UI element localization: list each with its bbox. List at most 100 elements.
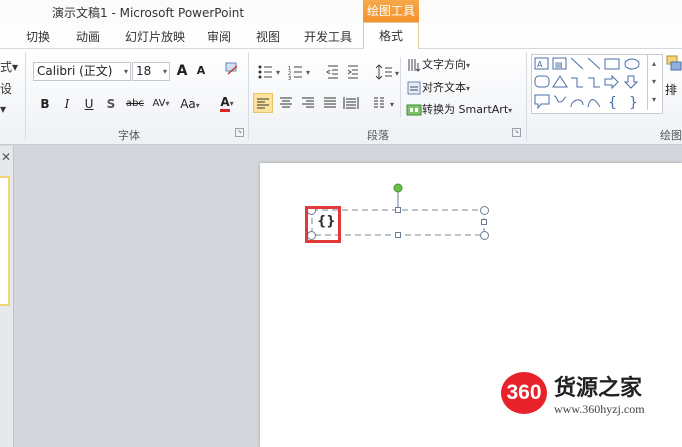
distributed-icon[interactable] (343, 97, 359, 109)
font-size-combo[interactable]: 18 ▾ (132, 62, 170, 81)
right-brace-shape-icon[interactable]: } (629, 95, 638, 111)
resize-handle-right[interactable] (481, 219, 487, 225)
resize-handle-bottom[interactable] (395, 232, 401, 238)
clear-format-icon (225, 62, 238, 75)
font-group-label: 字体 (118, 129, 140, 142)
text-direction-label: 文字方向 (422, 58, 466, 71)
italic-button[interactable]: I (60, 94, 74, 114)
resize-handle-top[interactable] (395, 207, 401, 213)
freeform-shape-icon[interactable] (553, 95, 567, 103)
group-separator (248, 52, 249, 140)
chevron-down-icon: ▾ (508, 106, 513, 115)
tab-format[interactable]: 格式 (363, 22, 419, 49)
chevron-down-icon: ▾ (123, 67, 128, 76)
arc-shape-icon[interactable] (570, 99, 584, 108)
group-separator (526, 52, 527, 140)
tab-transitions[interactable]: 切换 (26, 28, 50, 45)
shapes-gallery[interactable]: A ▤ { } (531, 54, 663, 114)
font-name-value: Calibri (正文) (37, 64, 113, 78)
strikethrough-button[interactable]: abc (124, 94, 146, 114)
align-text-icon (407, 81, 421, 94)
window-title: 演示文稿1 - Microsoft PowerPoint (52, 6, 245, 20)
svg-text:{: { (608, 95, 617, 111)
right-arrow-shape-icon[interactable] (604, 74, 619, 90)
grow-font-button[interactable]: A (174, 61, 190, 81)
section-cut-label[interactable]: ▾ (0, 102, 6, 116)
subgroup-separator (400, 57, 401, 117)
chevron-down-icon: ▾ (466, 61, 471, 70)
elbow-connector-shape-icon[interactable] (571, 77, 583, 88)
layout-cut-label[interactable]: 式▾ (0, 58, 18, 75)
align-text-button[interactable]: 对齐文本▾ (406, 79, 518, 97)
watermark-name: 货源之家 (554, 376, 643, 401)
shapes-gallery-icons: A ▤ { } (534, 57, 640, 111)
tab-slideshow[interactable]: 幻灯片放映 (125, 28, 185, 45)
triangle-shape-icon[interactable] (552, 75, 568, 88)
left-brace-shape-icon[interactable]: { (608, 95, 617, 111)
svg-text:A: A (537, 60, 543, 69)
shapes-gallery-scroll[interactable]: ▴ ▾ ▾ (647, 55, 660, 110)
clear-format-button[interactable] (222, 60, 242, 80)
close-panel-icon[interactable]: ✕ (1, 150, 11, 164)
elbow-arrow-shape-icon[interactable] (588, 77, 600, 88)
tab-developer[interactable]: 开发工具 (304, 28, 352, 45)
align-center-icon[interactable] (280, 97, 292, 108)
font-color-button[interactable]: A▾ (214, 92, 240, 112)
brace-text[interactable]: {} (317, 214, 336, 229)
bold-button[interactable]: B (38, 94, 52, 114)
oval-shape-icon[interactable] (624, 58, 640, 70)
down-arrow-shape-icon[interactable] (623, 75, 639, 89)
align-right-icon[interactable] (302, 97, 314, 108)
arrange-button[interactable]: 排 (665, 54, 682, 124)
tab-animations[interactable]: 动画 (76, 28, 100, 45)
font-name-combo[interactable]: Calibri (正文) ▾ (33, 62, 131, 81)
chevron-down-icon: ▾ (389, 100, 394, 109)
align-left-button[interactable] (253, 93, 273, 113)
character-spacing-icon: AV (152, 98, 166, 109)
columns-icon[interactable] (374, 97, 384, 108)
drawing-group-label: 绘图 (660, 129, 682, 142)
columns-dropdown[interactable]: ▾ (388, 93, 396, 113)
text-direction-icon (408, 58, 421, 72)
font-dialog-launcher[interactable]: ↘ (235, 128, 244, 137)
reset-cut-label[interactable]: 设 (0, 80, 12, 97)
decrease-indent-icon[interactable] (326, 65, 338, 79)
arrange-icon (666, 55, 682, 71)
line-shape-icon[interactable] (570, 57, 584, 70)
underline-button[interactable]: U (82, 94, 96, 114)
resize-handle-bottom-right[interactable] (480, 231, 489, 240)
svg-text:▾: ▾ (276, 68, 280, 77)
character-spacing-button[interactable]: AV▾ (148, 94, 174, 114)
shrink-font-button[interactable]: A (194, 61, 208, 81)
arrow-line-shape-icon[interactable] (587, 57, 601, 70)
drawing-tools-context-label: 绘图工具 (363, 0, 419, 22)
rectangle-shape-icon[interactable] (604, 58, 620, 70)
tab-view[interactable]: 视图 (256, 28, 280, 45)
text-direction-button[interactable]: 文字方向▾ (406, 56, 518, 74)
svg-text:▾: ▾ (306, 68, 310, 77)
curve-shape-icon[interactable] (587, 99, 601, 108)
slide-thumbnail[interactable] (0, 176, 10, 306)
callout-shape-icon[interactable] (534, 94, 550, 110)
tab-review[interactable]: 审阅 (207, 28, 231, 45)
align-buttons-row (280, 97, 384, 109)
justify-icon[interactable] (324, 97, 336, 108)
svg-text:3: 3 (288, 76, 291, 82)
chevron-down-icon: ▾ (195, 101, 200, 110)
numbering-icon[interactable]: 123 (288, 66, 302, 82)
text-shadow-button[interactable]: S (104, 94, 118, 114)
paragraph-dialog-launcher[interactable]: ↘ (512, 128, 521, 137)
change-case-icon: Aa (180, 97, 196, 111)
increase-indent-icon[interactable] (347, 65, 358, 79)
resize-handle-top-right[interactable] (480, 206, 489, 215)
change-case-button[interactable]: Aa▾ (177, 94, 203, 114)
textbox-shape-icon[interactable]: A (534, 57, 549, 70)
shrink-font-icon: A (196, 64, 206, 77)
line-spacing-icon[interactable] (375, 64, 392, 80)
rotate-handle[interactable] (393, 183, 403, 193)
convert-smartart-button[interactable]: 转换为 SmartArt▾ (406, 101, 524, 119)
svg-text:}: } (629, 95, 638, 111)
vertical-textbox-shape-icon[interactable]: ▤ (552, 57, 567, 70)
bullets-icon[interactable] (258, 65, 273, 79)
rounded-rect-shape-icon[interactable] (534, 75, 550, 88)
